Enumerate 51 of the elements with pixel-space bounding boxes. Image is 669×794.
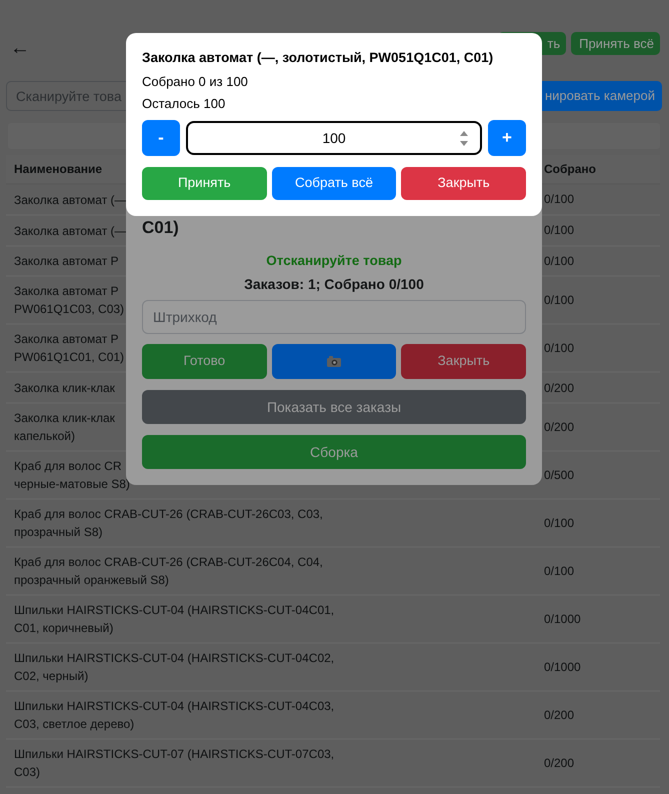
camera-icon [326,356,341,367]
dialog-button[interactable]: Закрыть [401,344,526,379]
order-summary: Заказов: 1; Собрано 0/100 [243,276,425,293]
dialog-title: Заколка автомат (—, золотистый, PW051Q1C01, C01) [142,49,494,67]
increment-button[interactable]: + [488,120,526,156]
product-name: Заколка автомат P PW061Q1C03, C03) [14,283,124,318]
quantity-field[interactable]: 100 [186,121,482,155]
product-name: Краб для волос CRAB-CUT-26 (CRAB-CUT-26C04, C04, прозрачный оранжевый S8) [14,554,324,590]
decrement-button[interactable]: - [142,120,180,156]
product-name: Шпильки HAIRSTICKS-CUT-04 (HAIRSTICKS-CUT-04C02, C02, черный) [14,650,336,686]
collected-count: 0/200 [544,420,574,434]
dialog-title: C01) [142,218,180,238]
barcode-field[interactable]: Штрихкод [142,300,526,334]
collected-count: 0/100 [544,341,574,356]
column-header: Наименование [14,162,102,176]
collected-count: 0/100 [544,564,574,578]
status-message: Отсканируйте товар [265,252,403,269]
remaining-text: Осталось 100 [142,95,226,112]
collected-count: 0/500 [544,468,574,482]
product-name: Шпильки HAIRSTICKS-CUT-04 (HAIRSTICKS-CUT-04C01, C01, коричневый) [14,602,336,638]
assemble-button[interactable]: Сборка [142,435,526,469]
collected-count: 0/200 [544,708,574,722]
collected-count: 0/200 [544,380,574,395]
dialog-button[interactable]: Готово [142,344,267,379]
collected-count: 0/200 [544,756,574,770]
dialog-button[interactable]: Собрать всё [272,167,396,200]
product-name: Краб для волос CR черные-матовые S8) [14,458,130,494]
product-name: Шпильки HAIRSTICKS-CUT-04 (HAIRSTICKS-CUT-04C03, C03, светлое дерево) [14,698,336,734]
collected-count: 0/100 [544,293,574,308]
product-name: Заколка автомат P PW061Q1C01, C01) [14,331,124,366]
collected-count: 0/1000 [544,660,581,674]
product-name: Заколка клик-клак капелькой) [14,410,115,446]
collected-count: 0/100 [544,192,574,206]
product-name: Заколка автомат (— [14,192,127,209]
collected-count: 0/100 [544,254,574,268]
back-arrow[interactable]: ← [10,38,30,58]
collected-count: 0/100 [544,516,574,530]
column-header: Собрано [544,162,596,176]
product-name: Заколка автомат P [14,253,119,270]
product-name: Краб для волос CRAB-CUT-26 (CRAB-CUT-26C03, C03, прозрачный S8) [14,506,324,542]
product-name: Заколка клик-клак [14,380,115,398]
product-name: Шпильки HAIRSTICKS-CUT-07 (HAIRSTICKS-CUT-07C03, C03) [14,746,336,782]
up-down-arrows-icon[interactable] [460,131,468,146]
dialog-button[interactable]: Закрыть [401,167,526,200]
collected-count: 0/100 [544,223,574,238]
header-button[interactable]: Принять всё [571,32,660,55]
dialog-button[interactable]: Принять [142,167,267,200]
collected-text: Собрано 0 из 100 [142,73,249,90]
product-name: Заколка автомат (— [14,222,127,240]
show-orders-button[interactable]: Показать все заказы [142,390,526,424]
collected-count: 0/1000 [544,612,581,626]
